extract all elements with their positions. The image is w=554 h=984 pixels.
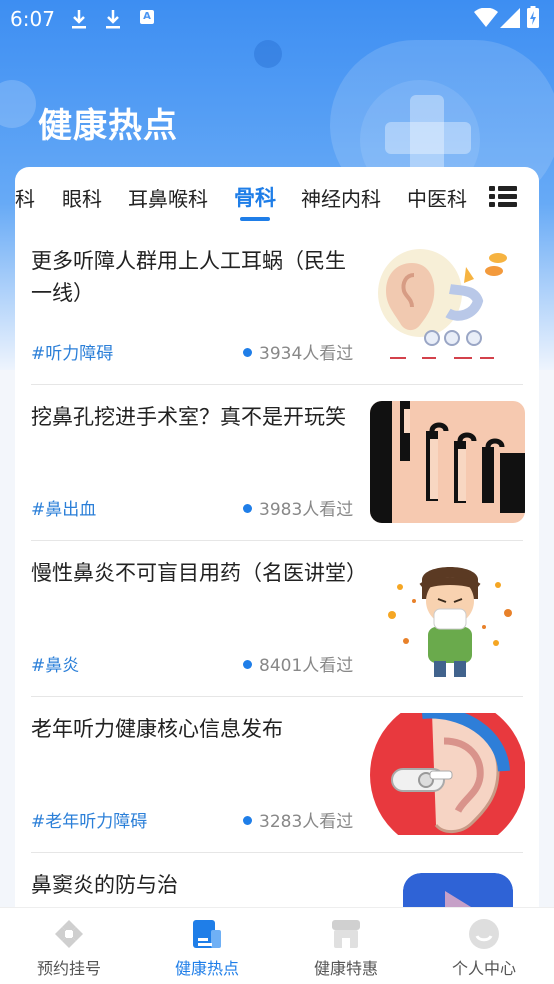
- article-item[interactable]: 慢性鼻炎不可盲目用药（名医讲堂） #鼻炎 8401人看过: [15, 541, 539, 697]
- banner-decoration: [254, 40, 282, 68]
- tab-orthopedics[interactable]: 骨科: [234, 182, 276, 212]
- wifi-icon: [474, 8, 498, 27]
- content-card: 科 眼科 耳鼻喉科 骨科 神经内科 中医科 更多听障人群用上人工耳蜗（民生一线）…: [15, 167, 539, 927]
- nav-appointment[interactable]: 预约挂号: [0, 908, 138, 984]
- ear-implant-illustration: [370, 245, 525, 367]
- bottom-navigation: 预约挂号 健康热点 健康特惠 个人中心: [0, 907, 554, 984]
- article-views: 3983人看过: [243, 495, 353, 520]
- article-title: 更多听障人群用上人工耳蜗（民生一线）: [31, 249, 346, 305]
- views-dot-icon: [243, 504, 252, 513]
- tab-ent[interactable]: 耳鼻喉科: [128, 183, 208, 212]
- ear-hearing-aid-illustration: [370, 713, 525, 835]
- article-item[interactable]: 挖鼻孔挖进手术室？真不是开玩笑 #鼻出血 3983人看过: [15, 385, 539, 541]
- article-views: 8401人看过: [243, 651, 353, 676]
- tab-partial[interactable]: 科: [15, 183, 35, 212]
- status-bar: 6:07 A: [0, 0, 554, 40]
- medical-cross-icon: [55, 920, 83, 948]
- nav-label: 个人中心: [451, 959, 516, 978]
- nav-label: 健康特惠: [313, 959, 378, 978]
- article-title: 老年听力健康核心信息发布: [31, 717, 283, 741]
- profile-icon: [469, 919, 499, 949]
- active-tab-indicator: [240, 217, 270, 221]
- article-views: 3934人看过: [243, 339, 353, 364]
- article-item[interactable]: 更多听障人群用上人工耳蜗（民生一线） #听力障碍 3934人看过: [15, 229, 539, 385]
- article-thumbnail: [370, 245, 525, 367]
- article-tag[interactable]: #鼻炎: [31, 651, 79, 676]
- tab-tcm[interactable]: 中医科: [407, 183, 467, 212]
- article-thumbnail: [370, 713, 525, 835]
- nav-health-news[interactable]: 健康热点: [138, 908, 276, 984]
- views-dot-icon: [243, 816, 252, 825]
- page-title: 健康热点: [38, 106, 178, 146]
- article-tag[interactable]: #听力障碍: [31, 339, 113, 364]
- article-title: 挖鼻孔挖进手术室？真不是开玩笑: [31, 405, 346, 429]
- nose-picking-illustration: [370, 401, 525, 523]
- views-dot-icon: [243, 660, 252, 669]
- tab-neurology[interactable]: 神经内科: [301, 183, 381, 212]
- category-menu-icon[interactable]: [489, 185, 517, 207]
- article-thumbnail: [370, 401, 525, 523]
- article-views: 3283人看过: [243, 807, 353, 832]
- tab-ophthalmology[interactable]: 眼科: [62, 183, 102, 212]
- article-tag[interactable]: #鼻出血: [31, 495, 96, 520]
- app-notification-icon: A: [140, 10, 154, 24]
- battery-icon: [527, 6, 539, 28]
- article-thumbnail: [370, 557, 525, 679]
- signal-icon: [500, 8, 520, 28]
- category-tabs: 科 眼科 耳鼻喉科 骨科 神经内科 中医科: [15, 167, 539, 229]
- nav-profile[interactable]: 个人中心: [415, 908, 553, 984]
- document-icon: [193, 920, 221, 948]
- article-tag[interactable]: #老年听力障碍: [31, 807, 147, 832]
- nav-label: 健康热点: [174, 959, 239, 978]
- download-icon: [72, 10, 86, 29]
- shop-icon: [332, 920, 360, 948]
- nav-label: 预约挂号: [36, 959, 101, 978]
- article-title: 慢性鼻炎不可盲目用药（名医讲堂）: [31, 561, 367, 585]
- medical-plus-decoration: [385, 122, 471, 154]
- banner-decoration: [0, 80, 36, 128]
- views-dot-icon: [243, 348, 252, 357]
- sneezing-boy-illustration: [370, 557, 525, 679]
- article-title: 鼻窦炎的防与治: [31, 873, 178, 897]
- article-item[interactable]: 老年听力健康核心信息发布 #老年听力障碍 3283人看过: [15, 697, 539, 853]
- status-time: 6:07: [10, 7, 55, 31]
- download-icon: [106, 10, 120, 29]
- nav-health-deals[interactable]: 健康特惠: [277, 908, 415, 984]
